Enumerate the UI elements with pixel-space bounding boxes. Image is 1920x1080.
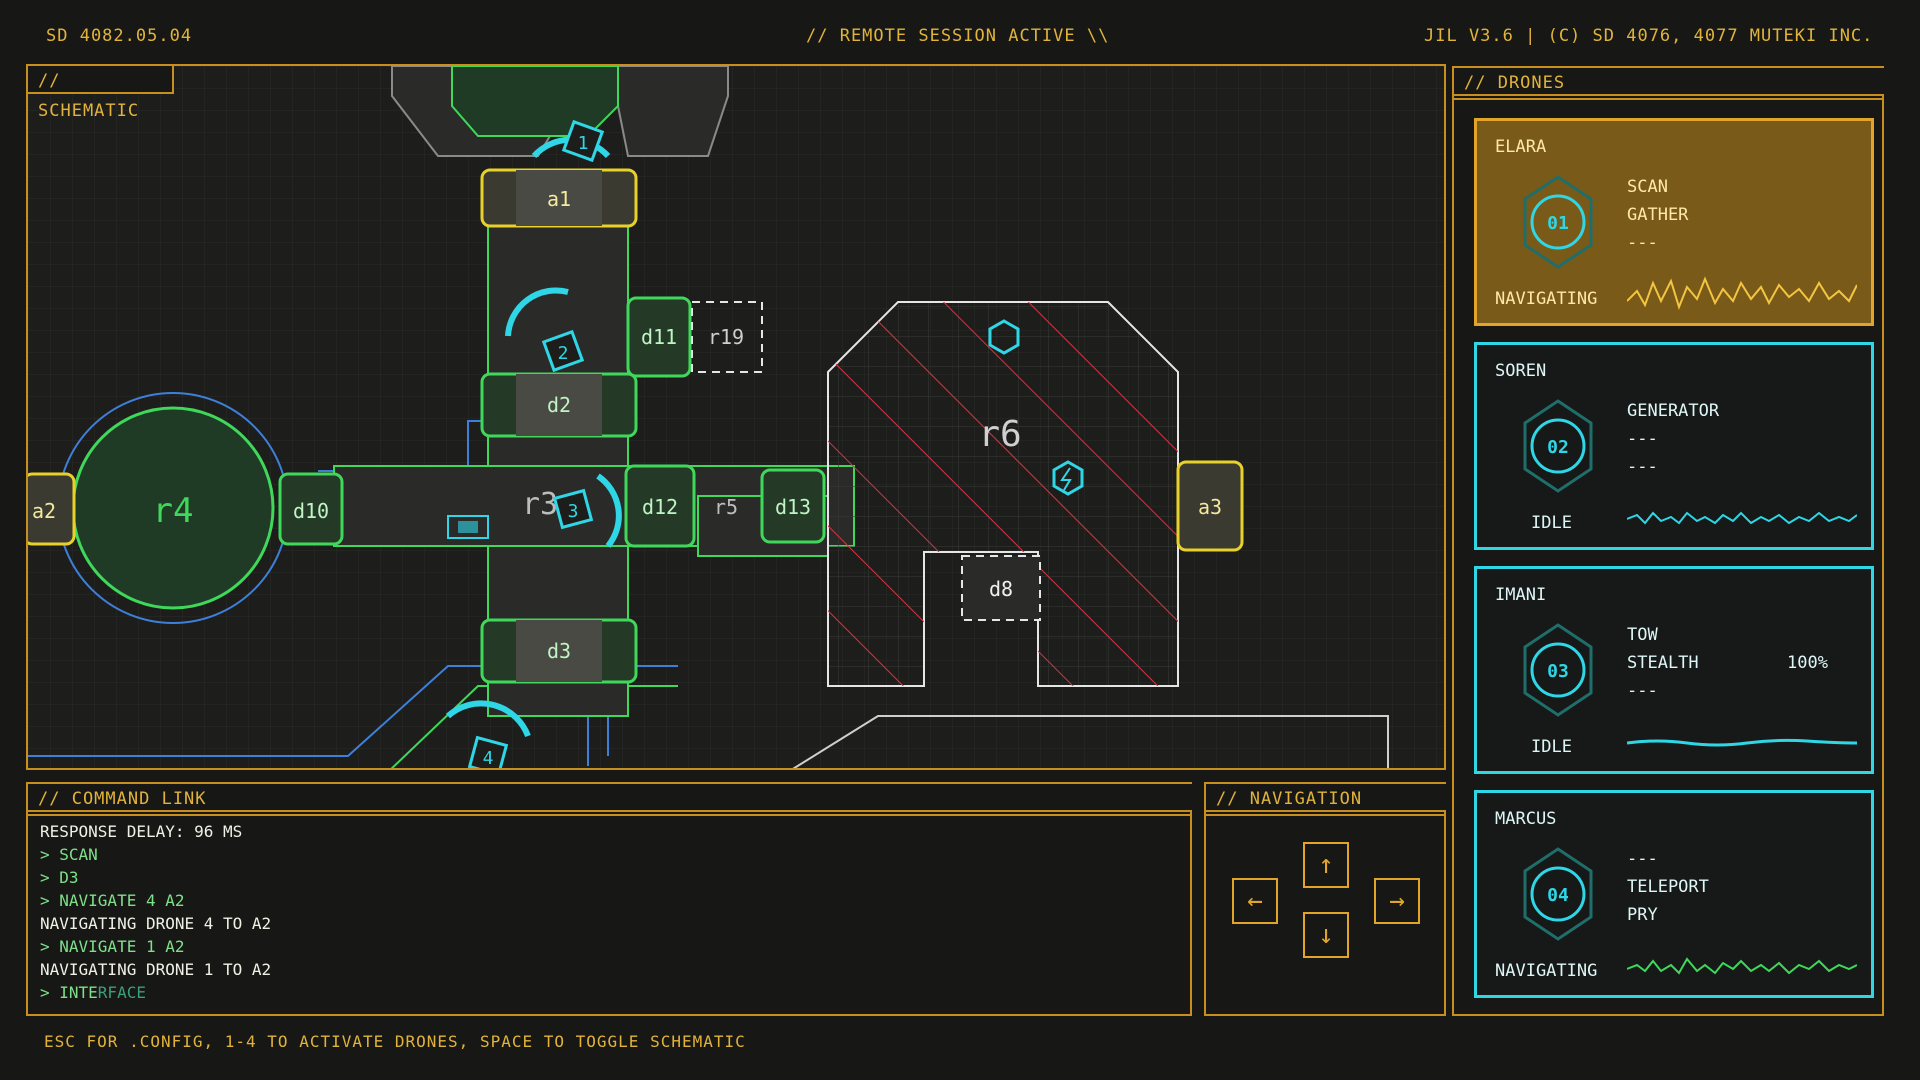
waveform-icon — [1627, 276, 1857, 311]
door-a1-label: a1 — [547, 187, 571, 211]
door-d12[interactable]: d12 — [624, 464, 696, 548]
command-output-line: RESPONSE DELAY: 96 MS — [40, 822, 243, 841]
navigation-title: // NAVIGATION — [1204, 782, 1446, 812]
arrow-right-icon: → — [1389, 886, 1405, 916]
drones-panel: // DRONES ELARA 01 SCAN GATHER --- NAVIG… — [1452, 66, 1884, 1016]
nav-up-button[interactable]: ↑ — [1303, 842, 1349, 888]
drone-status: NAVIGATING — [1495, 289, 1598, 309]
drone-number: 03 — [1547, 661, 1569, 682]
room-r6-label: r6 — [978, 414, 1021, 455]
drone-marker-4-label: 4 — [483, 748, 494, 769]
nav-left-button[interactable]: ← — [1232, 878, 1278, 924]
drone-ability-3: --- — [1627, 457, 1658, 477]
door-d11-label: d11 — [641, 325, 677, 349]
room-r4-label: r4 — [153, 491, 194, 531]
drone-status: IDLE — [1531, 513, 1572, 533]
command-output-line: NAVIGATING DRONE 4 TO A2 — [40, 914, 272, 933]
schematic-map[interactable]: r4 a2 d10 a1 d2 d3 d11 r19 d12 r5 d13 r3… — [28, 66, 1446, 770]
drone-badge-icon: 03 — [1523, 623, 1593, 717]
waveform-icon — [1627, 957, 1857, 975]
drone-name: MARCUS — [1495, 809, 1557, 829]
drone-ability-2: STEALTH — [1627, 653, 1699, 673]
stardate: SD 4082.05.04 — [46, 26, 193, 46]
drone-badge-icon: 04 — [1523, 847, 1593, 941]
door-d3-label: d3 — [547, 639, 571, 663]
drone-ability-3: --- — [1627, 681, 1658, 701]
nav-down-button[interactable]: ↓ — [1303, 912, 1349, 958]
command-prompt[interactable]: > INTERFACE — [40, 983, 146, 1002]
drone-ability-2: GATHER — [1627, 205, 1689, 225]
drone-status: IDLE — [1531, 737, 1572, 757]
drone-ability-3: PRY — [1627, 905, 1658, 925]
drone-ability-1: --- — [1627, 849, 1658, 869]
drone-card-elara[interactable]: ELARA 01 SCAN GATHER --- NAVIGATING — [1474, 118, 1874, 326]
command-link-panel[interactable]: // COMMAND LINK RESPONSE DELAY: 96 MS > … — [26, 782, 1192, 1016]
schematic-panel[interactable]: r4 a2 d10 a1 d2 d3 d11 r19 d12 r5 d13 r3… — [26, 64, 1446, 770]
door-d13-label: d13 — [775, 495, 811, 519]
navigation-panel: // NAVIGATION ↑ ← → ↓ — [1204, 782, 1446, 1016]
room-r3-label: r3 — [522, 487, 558, 522]
arrow-left-icon: ← — [1247, 886, 1263, 916]
drone-card-soren[interactable]: SOREN 02 GENERATOR --- --- IDLE — [1474, 342, 1874, 550]
drone-badge-icon: 02 — [1523, 399, 1593, 493]
door-d11[interactable]: d11 — [626, 296, 692, 378]
door-d2-label: d2 — [547, 393, 571, 417]
drone-name: IMANI — [1495, 585, 1547, 605]
command-title: // COMMAND LINK — [26, 782, 1192, 812]
nav-right-button[interactable]: → — [1374, 878, 1420, 924]
drone-ability-2: TELEPORT — [1627, 877, 1709, 897]
command-input-line: > SCAN — [40, 845, 98, 864]
arrow-up-icon: ↑ — [1318, 850, 1334, 880]
door-d12-label: d12 — [642, 495, 678, 519]
door-d2[interactable]: d2 — [480, 372, 638, 438]
room-r19-label: r19 — [708, 325, 744, 349]
drone-status: NAVIGATING — [1495, 961, 1598, 981]
command-typed-text[interactable]: > INTE — [40, 983, 98, 1002]
drone-ability-2: --- — [1627, 429, 1658, 449]
waveform-icon — [1627, 738, 1857, 747]
command-input-line: > NAVIGATE 4 A2 — [40, 891, 185, 910]
door-d8[interactable]: d8 — [961, 555, 1041, 621]
drone-ability-3: --- — [1627, 233, 1658, 253]
command-input-line: > D3 — [40, 868, 79, 887]
door-a1[interactable]: a1 — [480, 168, 638, 228]
drone-marker-3-label: 3 — [568, 501, 579, 522]
drone-ability-1: TOW — [1627, 625, 1658, 645]
drone-number: 01 — [1547, 213, 1569, 234]
door-d10[interactable]: d10 — [278, 472, 344, 546]
controls-hint: ESC FOR .CONFIG, 1-4 TO ACTIVATE DRONES,… — [44, 1032, 746, 1051]
drone-marker-2-label: 2 — [558, 343, 569, 364]
door-d3[interactable]: d3 — [480, 618, 638, 684]
drone-badge-icon: 01 — [1523, 175, 1593, 269]
arrow-down-icon: ↓ — [1318, 920, 1334, 950]
drone-marker-1-label: 1 — [578, 133, 589, 154]
command-autocomplete: RFACE — [97, 983, 146, 1002]
session-status: // REMOTE SESSION ACTIVE \\ — [806, 26, 1110, 46]
drone-name: ELARA — [1495, 137, 1547, 157]
command-output-line: NAVIGATING DRONE 1 TO A2 — [40, 960, 272, 979]
version-info: JIL V3.6 | (C) SD 4076, 4077 MUTEKI INC. — [1424, 26, 1874, 46]
drone-number: 04 — [1547, 885, 1569, 906]
command-input-line: > NAVIGATE 1 A2 — [40, 937, 185, 956]
door-d8-label: d8 — [989, 577, 1013, 601]
door-a3[interactable]: a3 — [1176, 460, 1244, 552]
door-a2[interactable]: a2 — [28, 472, 76, 546]
drone-ability-1: SCAN — [1627, 177, 1668, 197]
drone-ability-1: GENERATOR — [1627, 401, 1720, 421]
waveform-icon — [1627, 511, 1857, 525]
drones-title: // DRONES — [1452, 66, 1884, 96]
door-a2-label: a2 — [32, 499, 56, 523]
drone-number: 02 — [1547, 437, 1569, 458]
room-r5-label: r5 — [714, 495, 738, 519]
door-d10-label: d10 — [293, 499, 329, 523]
drone-card-marcus[interactable]: MARCUS 04 --- TELEPORT PRY NAVIGATING — [1474, 790, 1874, 998]
drone-card-imani[interactable]: IMANI 03 TOW STEALTH --- 100% IDLE — [1474, 566, 1874, 774]
schematic-title: // SCHEMATIC — [28, 66, 174, 121]
drone-ability-charge: 100% — [1787, 653, 1828, 673]
door-d13[interactable]: d13 — [760, 468, 826, 544]
door-a3-label: a3 — [1198, 495, 1222, 519]
drone-name: SOREN — [1495, 361, 1547, 381]
